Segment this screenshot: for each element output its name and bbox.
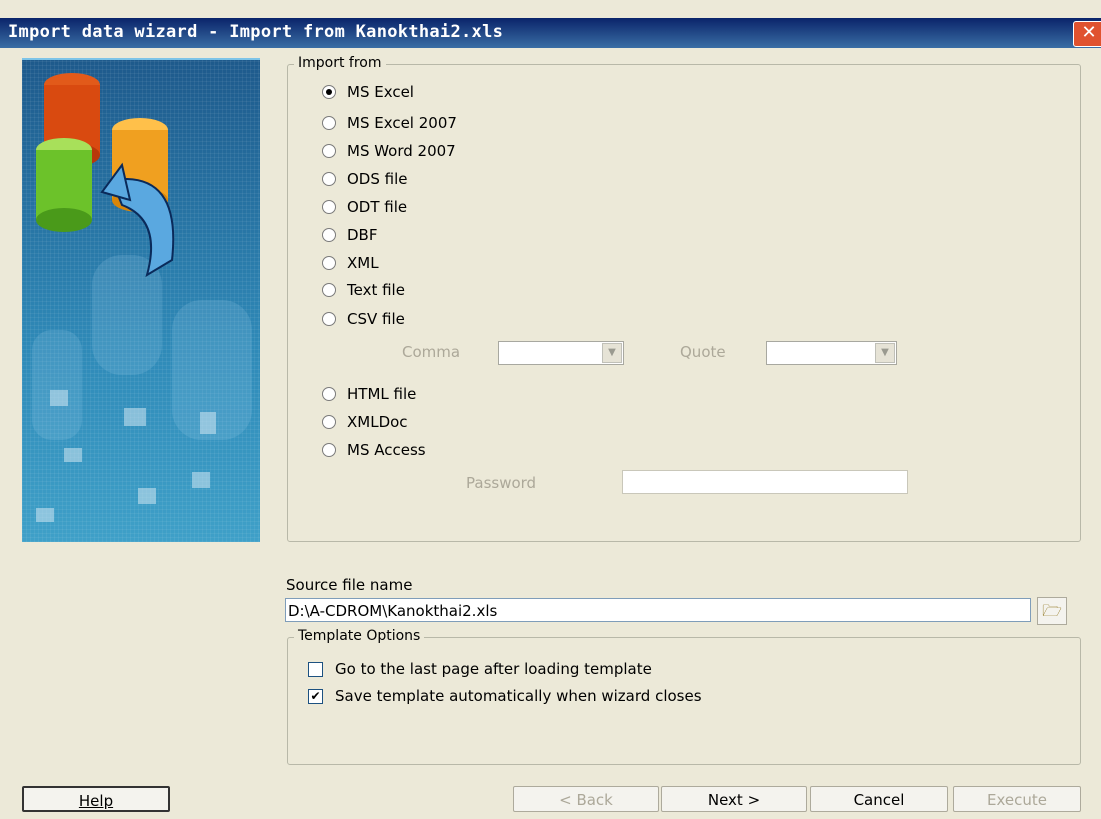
radio-odt-file[interactable]: ODT file xyxy=(322,197,407,217)
radio-label: CSV file xyxy=(347,310,405,328)
help-button[interactable]: Help xyxy=(22,786,170,812)
browse-button[interactable]: 🗁 xyxy=(1037,597,1067,625)
radio-dot xyxy=(322,228,336,242)
chevron-down-icon: ▼ xyxy=(875,343,895,363)
password-label: Password xyxy=(466,474,537,492)
import-wizard-window: Import data wizard - Import from Kanokth… xyxy=(0,0,1101,819)
window-title: Import data wizard - Import from Kanokth… xyxy=(8,22,504,42)
radio-text-file[interactable]: Text file xyxy=(322,280,405,300)
radio-label: Text file xyxy=(347,281,405,299)
radio-label: XMLDoc xyxy=(347,413,408,431)
radio-dot xyxy=(322,172,336,186)
radio-xml[interactable]: XML xyxy=(322,253,379,273)
wizard-banner-image xyxy=(22,58,260,542)
radio-dot xyxy=(322,415,336,429)
folder-open-icon: 🗁 xyxy=(1042,601,1062,620)
radio-dot xyxy=(322,443,336,457)
radio-ods-file[interactable]: ODS file xyxy=(322,169,408,189)
radio-dot xyxy=(322,200,336,214)
radio-label: MS Excel 2007 xyxy=(347,114,457,132)
radio-ms-word-2007[interactable]: MS Word 2007 xyxy=(322,141,456,161)
close-button[interactable]: ✕ xyxy=(1073,21,1101,47)
execute-button[interactable]: Execute xyxy=(953,786,1081,812)
radio-ms-access[interactable]: MS Access xyxy=(322,440,426,460)
radio-dot xyxy=(322,85,336,99)
radio-label: MS Access xyxy=(347,441,426,459)
comma-select[interactable]: ▼ xyxy=(498,341,624,365)
checkbox-label: Go to the last page after loading templa… xyxy=(335,660,652,678)
cancel-button[interactable]: Cancel xyxy=(810,786,948,812)
radio-dbf[interactable]: DBF xyxy=(322,225,377,245)
radio-dot xyxy=(322,116,336,130)
database-import-illustration xyxy=(32,73,252,522)
checkmark-icon: ✔ xyxy=(308,688,323,704)
checkbox-box xyxy=(308,661,323,677)
radio-dot xyxy=(322,387,336,401)
radio-ms-excel-2007[interactable]: MS Excel 2007 xyxy=(322,113,457,133)
quote-label: Quote xyxy=(680,343,726,361)
radio-label: XML xyxy=(347,254,379,272)
radio-csv-file[interactable]: CSV file xyxy=(322,309,405,329)
comma-label: Comma xyxy=(402,343,461,361)
save-template-checkbox[interactable]: ✔ Save template automatically when wizard… xyxy=(308,687,702,705)
quote-select[interactable]: ▼ xyxy=(766,341,897,365)
radio-label: HTML file xyxy=(347,385,417,403)
radio-label: DBF xyxy=(347,226,378,244)
radio-ms-excel[interactable]: MS Excel xyxy=(322,82,414,102)
chevron-down-icon: ▼ xyxy=(602,343,622,363)
radio-dot xyxy=(322,144,336,158)
go-last-page-checkbox[interactable]: Go to the last page after loading templa… xyxy=(308,660,652,678)
source-file-input[interactable]: D:\A-CDROM\Kanokthai2.xls xyxy=(285,598,1031,622)
template-options-title: Template Options xyxy=(294,628,425,644)
title-bar: Import data wizard - Import from Kanokth… xyxy=(0,18,1101,48)
source-file-label: Source file name xyxy=(286,576,413,594)
radio-dot xyxy=(322,283,336,297)
radio-label: MS Excel xyxy=(347,83,414,101)
import-from-title: Import from xyxy=(294,55,386,71)
checkbox-label: Save template automatically when wizard … xyxy=(335,687,702,705)
back-button[interactable]: < Back xyxy=(513,786,659,812)
password-field[interactable] xyxy=(622,470,908,494)
radio-xmldoc[interactable]: XMLDoc xyxy=(322,412,408,432)
radio-label: MS Word 2007 xyxy=(347,142,456,160)
radio-dot xyxy=(322,312,336,326)
next-button[interactable]: Next > xyxy=(661,786,807,812)
radio-label: ODS file xyxy=(347,170,408,188)
radio-dot xyxy=(322,256,336,270)
radio-label: ODT file xyxy=(347,198,408,216)
radio-html-file[interactable]: HTML file xyxy=(322,384,416,404)
